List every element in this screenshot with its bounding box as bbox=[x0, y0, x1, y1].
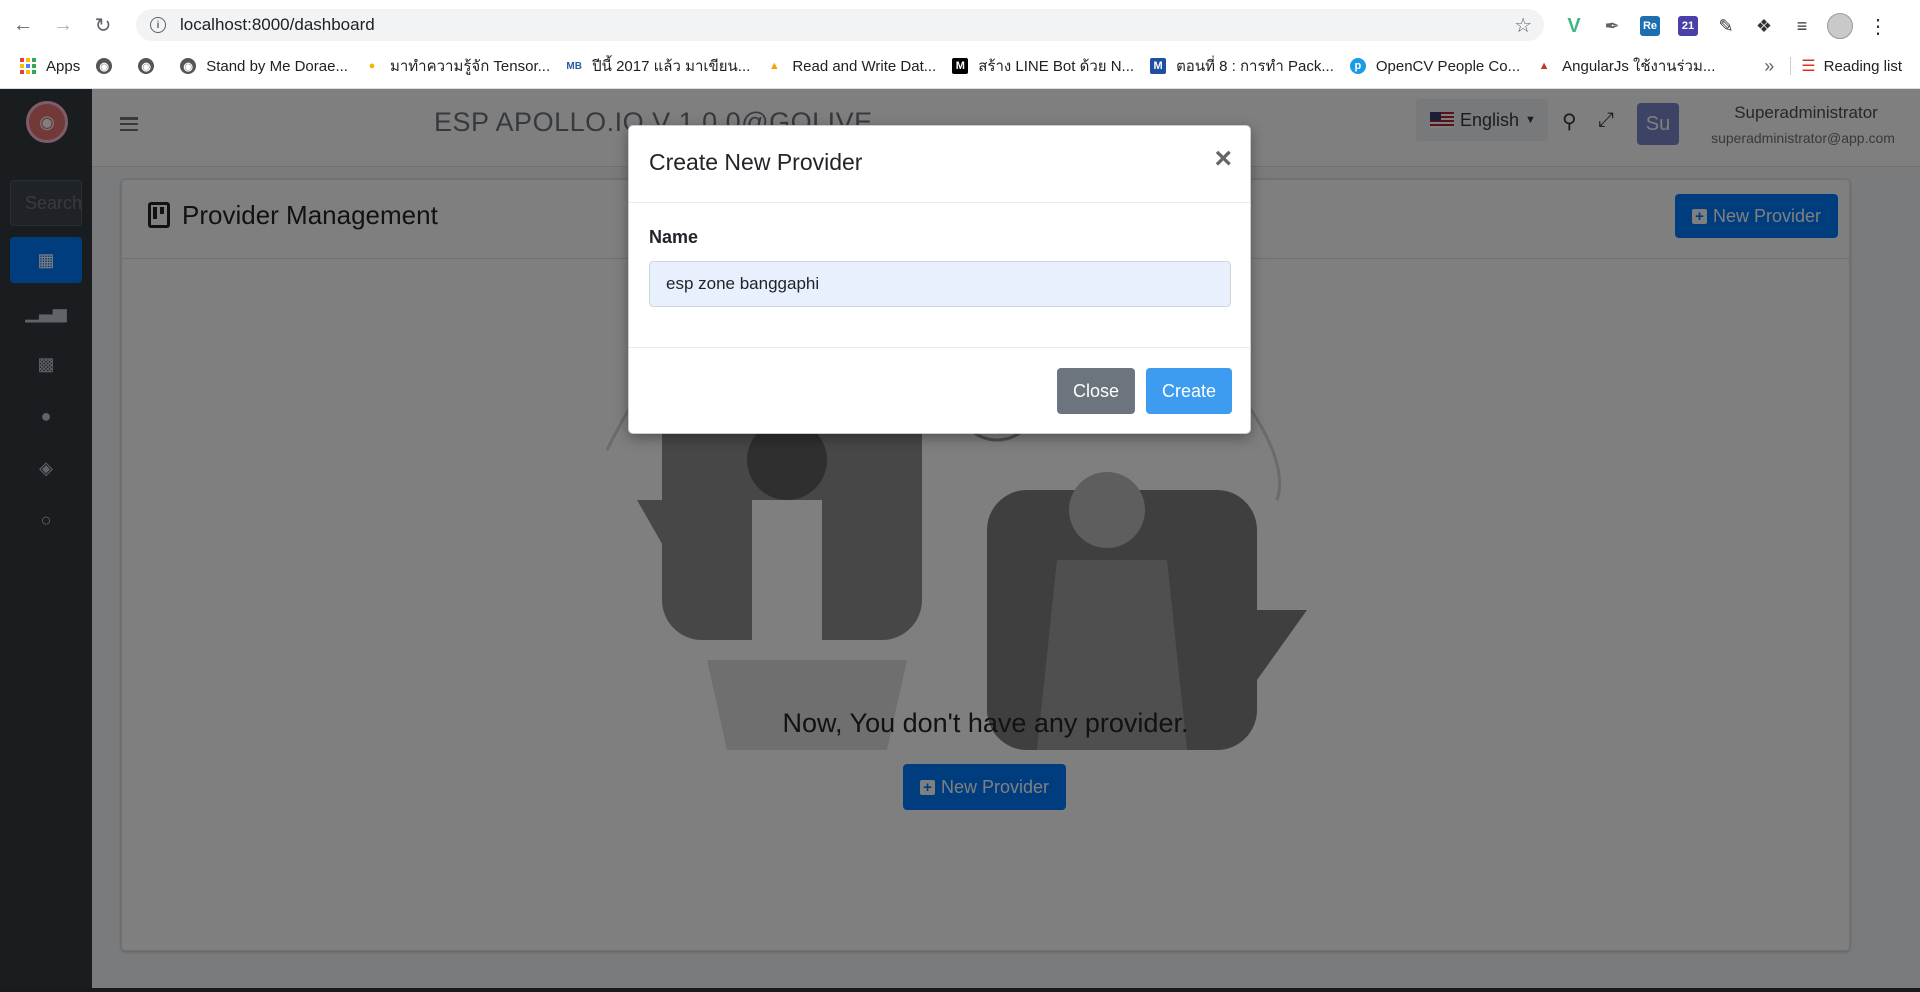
bookmarks-right: » ☰ Reading list bbox=[1764, 51, 1902, 81]
bookmark-tensorflow[interactable]: ● มาทำความรู้จัก Tensor... bbox=[364, 54, 551, 78]
lightbulb-icon: ● bbox=[368, 60, 376, 72]
profile-avatar-icon[interactable] bbox=[1824, 10, 1856, 42]
bookmarks-bar: Apps ◉ ◉ ◉ Stand by Me Dorae... ● มาทำคว… bbox=[0, 51, 1920, 81]
medium-icon: M bbox=[952, 58, 969, 74]
bookmark-globe-2[interactable]: ◉ bbox=[138, 58, 164, 74]
taskbar-strip bbox=[0, 988, 1920, 992]
bookmark-doraemon[interactable]: ◉ Stand by Me Dorae... bbox=[180, 58, 348, 75]
forward-icon[interactable]: → bbox=[46, 8, 80, 42]
reading-list-icon: ☰ bbox=[1801, 58, 1816, 75]
reading-list-button[interactable]: Reading list bbox=[1824, 58, 1902, 75]
firebase-icon: ▲ bbox=[768, 60, 780, 72]
provider-name-input[interactable] bbox=[649, 261, 1231, 307]
name-label: Name bbox=[649, 227, 699, 247]
globe-icon: ◉ bbox=[180, 58, 197, 74]
globe-icon: ◉ bbox=[96, 58, 113, 74]
graduation-cap-icon[interactable]: 21 bbox=[1672, 10, 1704, 42]
address-row: ← → ↻ i localhost:8000/dashboard ☆ V ✒ R… bbox=[0, 6, 1920, 44]
pencil-icon[interactable]: ✎ bbox=[1710, 10, 1742, 42]
bookmark-package[interactable]: M ตอนที่ 8 : การทำ Pack... bbox=[1150, 54, 1334, 78]
bookmark-line-bot[interactable]: M สร้าง LINE Bot ด้วย N... bbox=[952, 54, 1134, 78]
pyimagesearch-icon: p bbox=[1349, 58, 1366, 74]
menu-dots-icon[interactable]: ⋮ bbox=[1862, 10, 1894, 42]
globe-icon: ◉ bbox=[138, 58, 155, 74]
reload-icon[interactable]: ↻ bbox=[86, 8, 120, 42]
bookmark-opencv[interactable]: p OpenCV People Co... bbox=[1349, 58, 1520, 75]
mb-icon: MB bbox=[566, 60, 582, 72]
browser-chrome: ← → ↻ i localhost:8000/dashboard ☆ V ✒ R… bbox=[0, 0, 1920, 89]
address-bar[interactable]: i localhost:8000/dashboard ☆ bbox=[136, 9, 1544, 41]
fox-icon: ▲ bbox=[1538, 60, 1550, 72]
close-button[interactable]: Close bbox=[1057, 368, 1135, 414]
site-info-icon[interactable]: i bbox=[150, 17, 166, 33]
bookmark-globe-1[interactable]: ◉ bbox=[96, 58, 122, 74]
bookmark-angularjs[interactable]: ▲ AngularJs ใช้งานร่วม... bbox=[1536, 54, 1716, 78]
bookmark-firebase[interactable]: ▲ Read and Write Dat... bbox=[766, 58, 936, 75]
bookmarks-overflow-button[interactable]: » bbox=[1764, 56, 1774, 77]
apps-grid-icon bbox=[20, 58, 36, 74]
close-icon[interactable]: × bbox=[1214, 144, 1232, 174]
vue-devtools-icon[interactable]: V bbox=[1558, 10, 1590, 42]
bookmark-star-icon[interactable]: ☆ bbox=[1514, 13, 1532, 38]
back-icon[interactable]: ← bbox=[6, 8, 40, 42]
bookmark-apps[interactable]: Apps bbox=[20, 58, 80, 75]
eyedropper-icon[interactable]: ✒ bbox=[1596, 10, 1628, 42]
extensions-area: V ✒ Re 21 ✎ ❖ ≡ ⋮ bbox=[1558, 10, 1900, 42]
blog-icon: M bbox=[1150, 58, 1167, 74]
redux-icon[interactable]: Re bbox=[1634, 10, 1666, 42]
bookmark-mb[interactable]: MB ปีนี้ 2017 แล้ว มาเขียน... bbox=[566, 54, 750, 78]
modal-title: Create New Provider bbox=[649, 149, 863, 175]
create-button[interactable]: Create bbox=[1146, 368, 1232, 414]
divider bbox=[1790, 57, 1792, 75]
puzzle-icon[interactable]: ❖ bbox=[1748, 10, 1780, 42]
create-provider-modal: Create New Provider × Name Close Create bbox=[628, 125, 1251, 434]
url-text[interactable]: localhost:8000/dashboard bbox=[180, 15, 375, 35]
media-queue-icon[interactable]: ≡ bbox=[1786, 10, 1818, 42]
modal-footer: Close Create bbox=[629, 347, 1250, 435]
modal-header: Create New Provider × bbox=[629, 126, 1250, 203]
